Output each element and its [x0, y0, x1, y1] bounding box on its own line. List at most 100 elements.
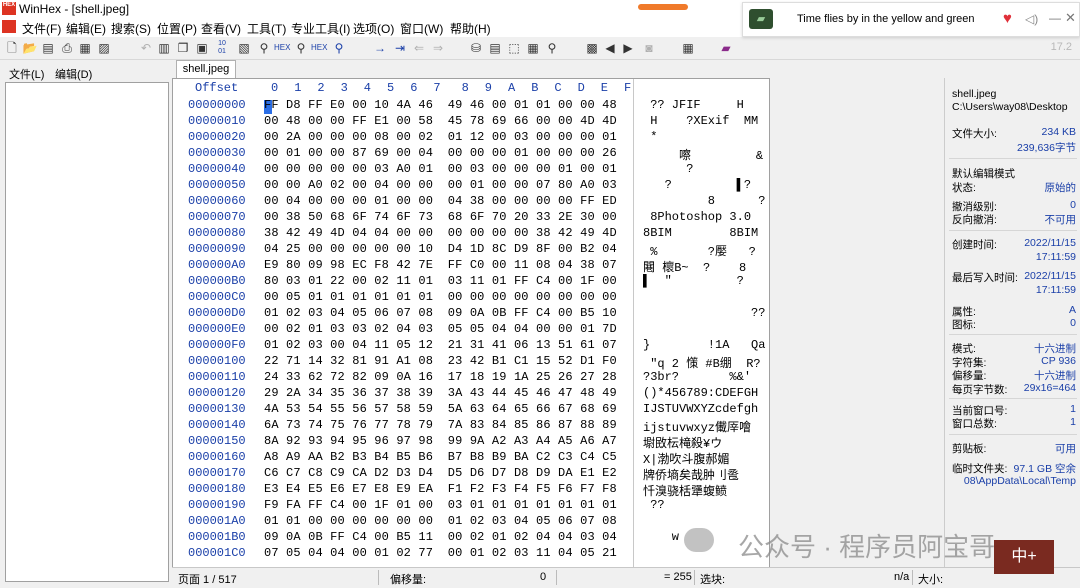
hex-row[interactable]: 00000190 F9 FA FF C4 00 1F 01 00 03 01 01… [173, 498, 769, 514]
hex-row[interactable]: 000000D0 01 02 03 04 05 06 07 08 09 0A 0B… [173, 306, 769, 322]
row-bytes[interactable]: E9 80 09 98 EC F8 42 7E FF C0 00 11 08 0… [264, 258, 617, 272]
hex-row[interactable]: 00000140 6A 73 74 75 76 77 78 79 7A 83 84… [173, 418, 769, 435]
row-ascii[interactable]: 闀 櫰B~ ? 8 [643, 258, 746, 275]
replace-hex-icon[interactable]: HEX [311, 40, 327, 56]
hex-row[interactable]: 00000120 29 2A 34 35 36 37 38 39 3A 43 44… [173, 386, 769, 402]
row-ascii[interactable]: w [643, 530, 679, 544]
vertical-scrollbar[interactable]: ▲ [769, 79, 770, 568]
row-bytes[interactable]: F9 FA FF C4 00 1F 01 00 03 01 01 01 01 0… [264, 498, 617, 512]
row-ascii[interactable]: 忏溴骁栝犟蝮鲼 [643, 482, 727, 499]
close-icon[interactable]: ✕ [1065, 10, 1076, 26]
row-bytes[interactable]: 00 38 50 68 6F 74 6F 73 68 6F 70 20 33 2… [264, 210, 617, 224]
analyze-icon[interactable]: ⚲ [544, 40, 560, 56]
hex-row[interactable]: 000001B0 09 0A 0B FF C4 00 B5 11 00 02 01… [173, 530, 769, 546]
row-bytes[interactable]: 22 71 14 32 81 91 A1 08 23 42 B1 C1 15 5… [264, 354, 617, 368]
hex-row[interactable]: 000000B0 80 03 01 22 00 02 11 01 03 11 01… [173, 274, 769, 290]
row-ascii[interactable]: H ?XExif MM [643, 114, 758, 128]
menu-window[interactable]: 窗口(W) [400, 20, 443, 37]
copy-hex-icon[interactable]: 10 01 [214, 40, 230, 56]
save-icon[interactable]: ▤ [40, 40, 56, 56]
doc-menu-icon[interactable] [2, 20, 16, 33]
menu-options[interactable]: 选项(O) [353, 20, 394, 37]
panel-menu-edit[interactable]: 编辑(D) [55, 66, 92, 82]
hex-row[interactable]: 000000F0 01 02 03 00 04 11 05 12 21 31 41… [173, 338, 769, 354]
camera-icon[interactable]: ◙ [641, 40, 657, 56]
row-ascii[interactable]: ?? [643, 498, 664, 512]
row-ascii[interactable]: ?3br? %&' [643, 370, 751, 384]
paste-icon[interactable]: ▣ [194, 40, 210, 56]
hex-row[interactable]: 00000030 00 01 00 00 87 69 00 04 00 00 00… [173, 146, 769, 163]
row-bytes[interactable]: 24 33 62 72 82 09 0A 16 17 18 19 1A 25 2… [264, 370, 617, 384]
hex-row[interactable]: 000000A0 E9 80 09 98 EC F8 42 7E FF C0 00… [173, 258, 769, 275]
row-ascii[interactable]: * [643, 130, 657, 144]
row-ascii[interactable]: } !1A Qa [643, 338, 765, 352]
hex-row[interactable]: 000001A0 01 01 00 00 00 00 00 00 01 02 03… [173, 514, 769, 530]
row-bytes[interactable]: 00 48 00 00 FF E1 00 58 45 78 69 66 00 0… [264, 114, 617, 128]
tab-shell-jpeg[interactable]: shell.jpeg [176, 60, 236, 79]
row-ascii[interactable]: IJSTUVWXYZcdefgh [643, 402, 758, 416]
row-bytes[interactable]: 00 2A 00 00 00 08 00 02 01 12 00 03 00 0… [264, 130, 617, 144]
hex-row[interactable]: 00000050 00 00 A0 02 00 04 00 00 00 01 00… [173, 178, 769, 194]
hex-row[interactable]: 00000040 00 00 00 00 00 03 A0 01 00 03 00… [173, 162, 769, 178]
hex-editor[interactable]: Offset 0 1 2 3 4 5 6 7 8 9 A B C D E F 00000000 FF D8 FF… [172, 78, 770, 569]
find-again-icon[interactable]: ⚲ [331, 40, 347, 56]
hex-row[interactable]: 00000100 22 71 14 32 81 91 A1 08 23 42 B1… [173, 354, 769, 371]
row-ascii[interactable]: ?? [643, 306, 765, 320]
row-bytes[interactable]: 00 02 01 03 03 02 04 03 05 05 04 04 00 0… [264, 322, 617, 336]
undo-icon[interactable]: ↶ [138, 40, 154, 56]
volume-icon[interactable]: ◁) [1025, 12, 1038, 26]
new-file-icon[interactable]: 🗋 [4, 40, 20, 56]
row-bytes[interactable]: 01 01 00 00 00 00 00 00 01 02 03 04 05 0… [264, 514, 617, 528]
row-bytes[interactable]: 4A 53 54 55 56 57 58 59 5A 63 64 65 66 6… [264, 402, 617, 416]
menu-help[interactable]: 帮助(H) [450, 20, 491, 37]
row-bytes[interactable]: 38 42 49 4D 04 04 00 00 00 00 00 00 38 4… [264, 226, 617, 240]
row-ascii[interactable]: ▌ " ? [643, 274, 744, 288]
row-bytes[interactable]: 00 01 00 00 87 69 00 04 00 00 00 01 00 0… [264, 146, 617, 160]
row-bytes[interactable]: 80 03 01 22 00 02 11 01 03 11 01 FF C4 0… [264, 274, 617, 288]
menu-view[interactable]: 查看(V) [201, 20, 241, 37]
table-icon[interactable]: ▦ [680, 40, 696, 56]
find-text-icon[interactable]: ⚲ [256, 40, 272, 56]
row-bytes[interactable]: 00 04 00 00 00 01 00 00 04 38 00 00 00 0… [264, 194, 617, 208]
open-ram-icon[interactable]: ▤ [487, 40, 503, 56]
row-bytes[interactable]: E3 E4 E5 E6 E7 E8 E9 EA F1 F2 F3 F4 F5 F… [264, 482, 617, 496]
hex-row[interactable]: 000000E0 00 02 01 03 03 02 04 03 05 05 04… [173, 322, 769, 338]
hex-row[interactable]: 000000C0 00 05 01 01 01 01 01 01 00 00 00… [173, 290, 769, 306]
hex-row[interactable]: 00000170 C6 C7 C8 C9 CA D2 D3 D4 D5 D6 D7… [173, 466, 769, 483]
hex-row[interactable]: 00000020 00 2A 00 00 00 08 00 02 01 12 00… [173, 130, 769, 146]
row-ascii[interactable]: 墛敃枟槞殺¥ウ [643, 434, 722, 451]
open-disk-icon[interactable]: ▨ [96, 40, 112, 56]
prev-icon[interactable]: ◀ [602, 40, 618, 56]
hex-row[interactable]: 00000010 00 48 00 00 FF E1 00 58 45 78 69… [173, 114, 769, 130]
print-icon[interactable]: ⎙ [59, 40, 75, 56]
row-bytes[interactable]: 00 00 00 00 00 03 A0 01 00 03 00 00 00 0… [264, 162, 617, 176]
row-ascii[interactable]: ?? JFIF H [643, 98, 744, 112]
row-bytes[interactable]: 00 05 01 01 01 01 01 01 00 00 00 00 00 0… [264, 290, 617, 304]
row-bytes[interactable]: 6A 73 74 75 76 77 78 79 7A 83 84 85 86 8… [264, 418, 617, 432]
replace-text-icon[interactable]: ⚲ [293, 40, 309, 56]
menu-file[interactable]: 文件(F) [22, 20, 61, 37]
menu-position[interactable]: 位置(P) [157, 20, 197, 37]
hex-row[interactable]: 00000070 00 38 50 68 6F 74 6F 73 68 6F 70… [173, 210, 769, 226]
winhex-app-icon[interactable]: HEX [2, 2, 16, 15]
disk-editor-icon[interactable]: ⛁ [468, 40, 484, 56]
row-ascii[interactable]: ijstuvwxyz儎厗噲 [643, 418, 751, 435]
row-ascii[interactable]: ? ▌? [643, 178, 751, 192]
hex-row[interactable]: 000001C0 07 05 04 04 00 01 02 77 00 01 02… [173, 546, 769, 562]
music-notification[interactable]: ▰ Time flies by in the yellow and green … [742, 2, 1080, 37]
row-ascii[interactable]: ()*456789:CDEFGH [643, 386, 758, 400]
row-ascii[interactable]: 牌侨墒矣哉肿刂卺 [643, 466, 739, 483]
row-bytes[interactable]: 09 0A 0B FF C4 00 B5 11 00 02 01 02 04 0… [264, 530, 617, 544]
minimize-icon[interactable]: — [1049, 11, 1061, 25]
heart-icon[interactable]: ♥ [1003, 10, 1012, 27]
hex-row[interactable]: 00000080 38 42 49 4D 04 04 00 00 00 00 00… [173, 226, 769, 242]
row-bytes[interactable]: 01 02 03 00 04 11 05 12 21 31 41 06 13 5… [264, 338, 617, 352]
row-bytes[interactable]: 00 00 A0 02 00 04 00 00 00 01 00 00 07 8… [264, 178, 617, 192]
goto-page-icon[interactable]: ⇥ [392, 40, 408, 56]
panel-menu-file[interactable]: 文件(L) [9, 66, 44, 82]
row-ascii[interactable]: "q 2 憡 #B绷 R? [643, 354, 760, 371]
row-bytes[interactable]: C6 C7 C8 C9 CA D2 D3 D4 D5 D6 D7 D8 D9 D… [264, 466, 617, 480]
directory-tree[interactable] [5, 82, 169, 582]
row-ascii[interactable]: ? [643, 162, 693, 176]
hex-row[interactable]: 00000130 4A 53 54 55 56 57 58 59 5A 63 64… [173, 402, 769, 418]
